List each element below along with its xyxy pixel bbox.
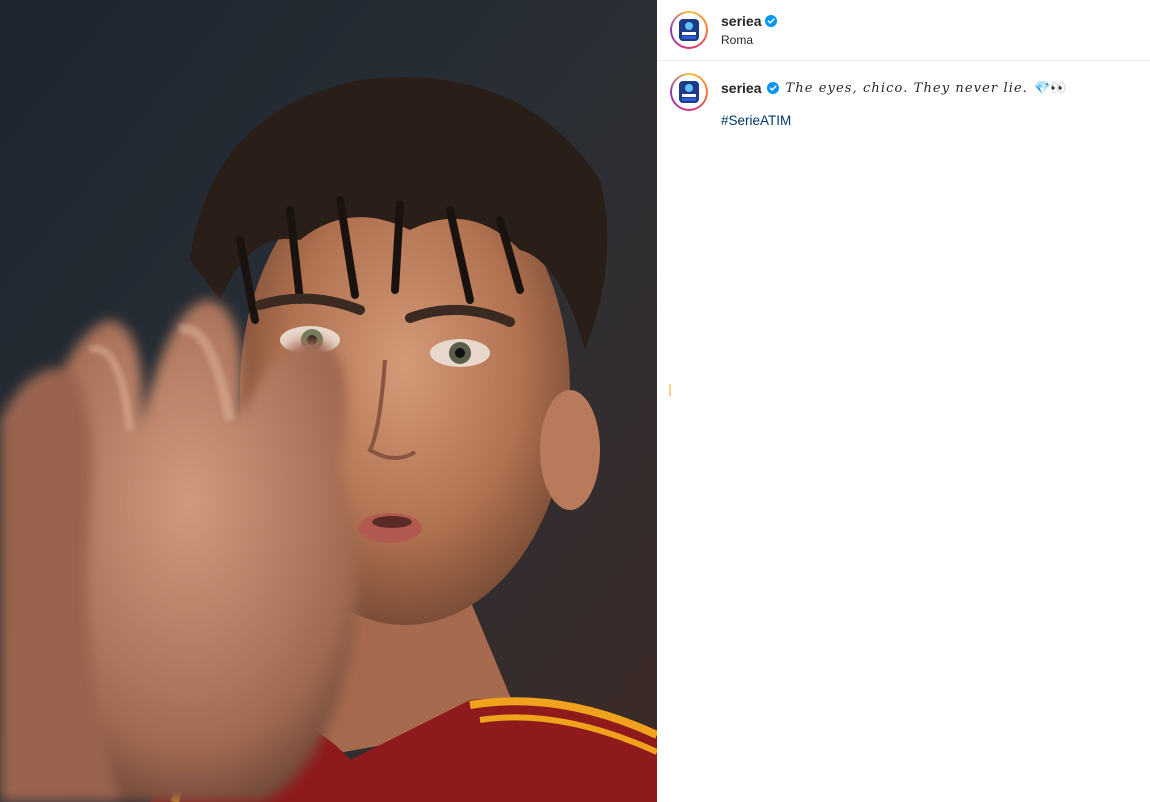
post-photo[interactable] [0,0,657,802]
verified-badge-icon [767,82,780,94]
caption-line: seriea The eyes, chico. They never lie. … [721,80,1066,96]
verified-badge-icon [765,15,778,27]
serie-a-logo-icon [672,13,706,47]
post-header: seriea Roma [657,0,1150,61]
instagram-post: seriea Roma seriea The eyes, chico. They… [0,0,1150,802]
serie-a-logo-icon [672,75,706,109]
header-username[interactable]: seriea [721,13,761,29]
avatar[interactable] [670,11,708,49]
caption-avatar[interactable] [670,73,708,111]
scroll-indicator [669,384,671,396]
caption-emojis: 💎👀 [1033,80,1067,95]
username-row: seriea [721,13,778,29]
caption-body: seriea The eyes, chico. They never lie. … [721,73,1066,130]
caption: seriea The eyes, chico. They never lie. … [657,61,1150,130]
location-link[interactable]: Roma [721,33,777,47]
caption-text: The eyes, chico. They never lie. [785,80,1028,96]
caption-username[interactable]: seriea [721,80,761,96]
header-text: seriea Roma [721,13,778,47]
hashtag-link[interactable]: #SerieATIM [721,113,791,128]
player-portrait-illustration [0,0,657,802]
post-side-panel: seriea Roma seriea The eyes, chico. They… [657,0,1150,802]
